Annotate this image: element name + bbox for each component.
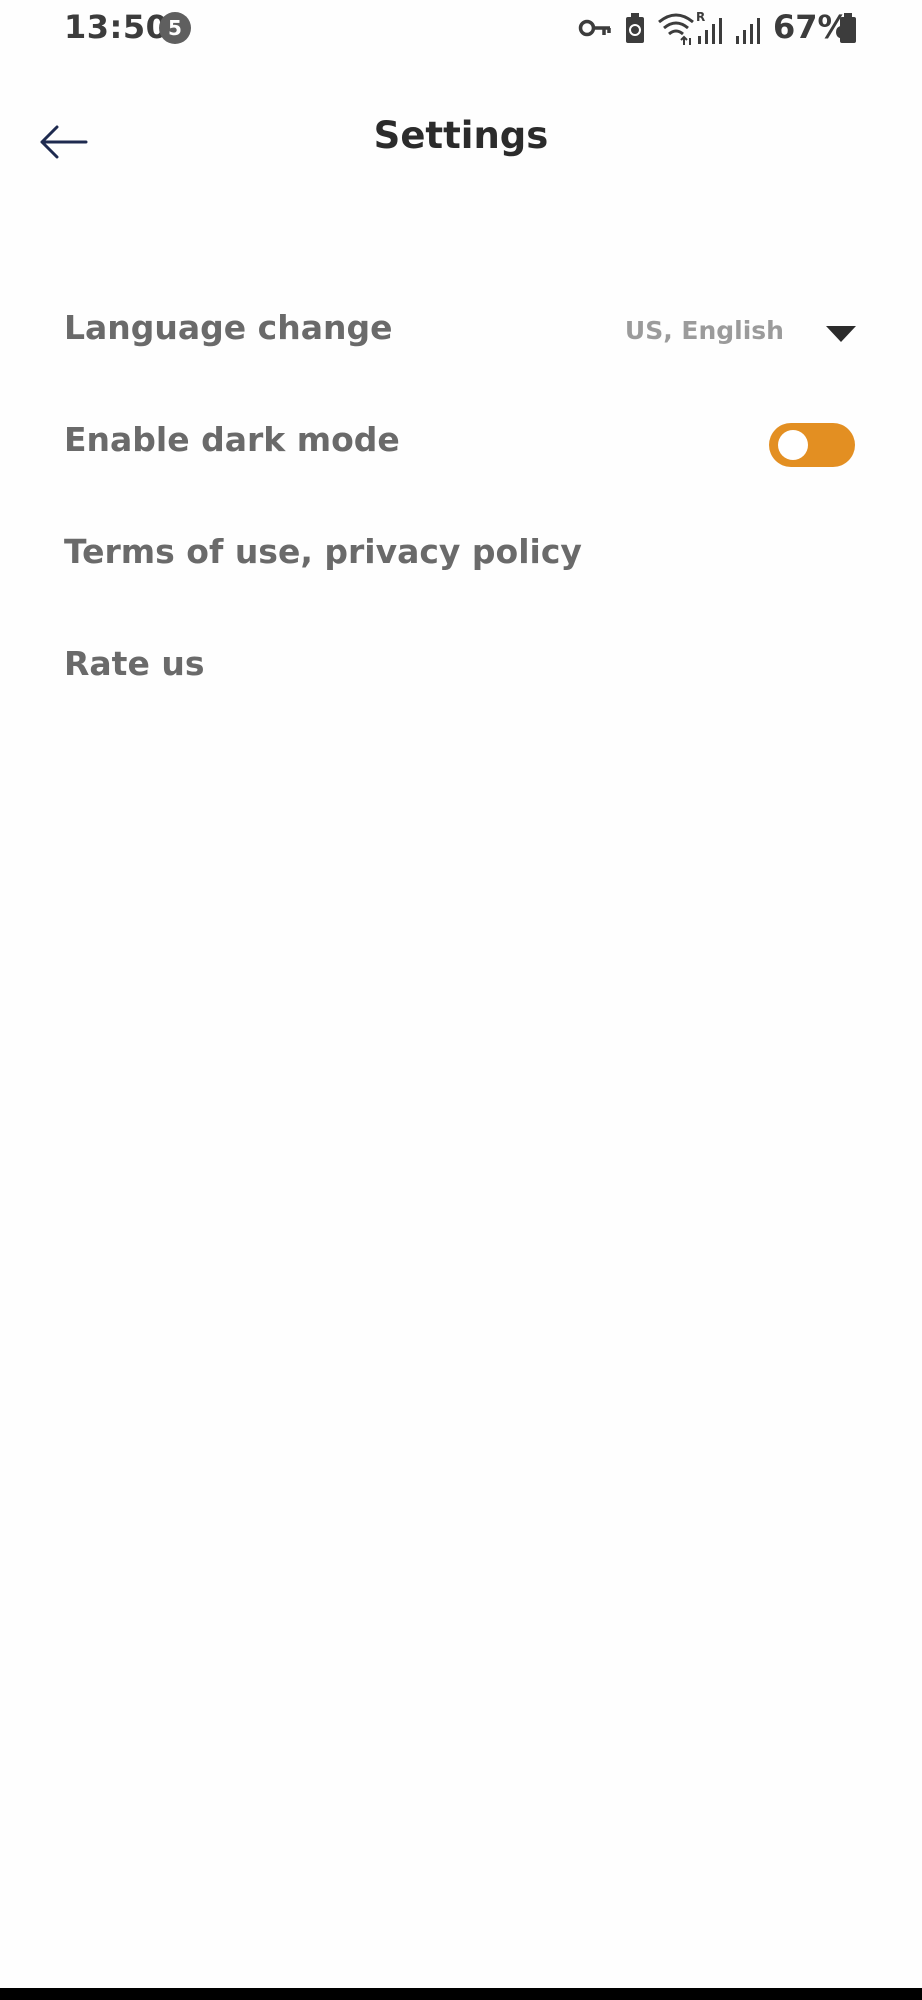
rate-us-row[interactable]: Rate us: [0, 612, 922, 724]
language-value[interactable]: US, English: [625, 316, 784, 345]
signal-roaming-icon: R: [696, 10, 722, 44]
notification-count-badge: 5: [159, 12, 191, 44]
vpn-key-icon: [578, 19, 611, 37]
settings-list: Language change US, English Enable dark …: [0, 276, 922, 724]
status-time: 13:50: [64, 8, 169, 46]
app-bar: Settings: [0, 88, 922, 198]
battery-icon: [840, 13, 856, 43]
terms-privacy-label: Terms of use, privacy policy: [64, 532, 582, 571]
terms-privacy-row[interactable]: Terms of use, privacy policy: [0, 500, 922, 612]
system-nav-bar: [0, 1988, 922, 2000]
svg-text:R: R: [696, 10, 705, 24]
dark-mode-toggle[interactable]: [769, 423, 855, 467]
dark-mode-label: Enable dark mode: [64, 420, 400, 459]
triangle-down-icon[interactable]: [826, 326, 856, 344]
page-title: Settings: [373, 114, 549, 157]
language-change-label: Language change: [64, 308, 393, 347]
wifi-icon: [658, 13, 694, 45]
battery-saver-icon: [626, 13, 644, 43]
status-bar: 13:50 5 R 67%: [0, 0, 922, 56]
rate-us-label: Rate us: [64, 644, 205, 683]
language-change-row[interactable]: Language change US, English: [0, 276, 922, 388]
settings-screen: 13:50 5 R 67% Settings Language change U…: [0, 0, 922, 2000]
toggle-knob: [778, 430, 808, 460]
signal-icon: [736, 18, 760, 44]
